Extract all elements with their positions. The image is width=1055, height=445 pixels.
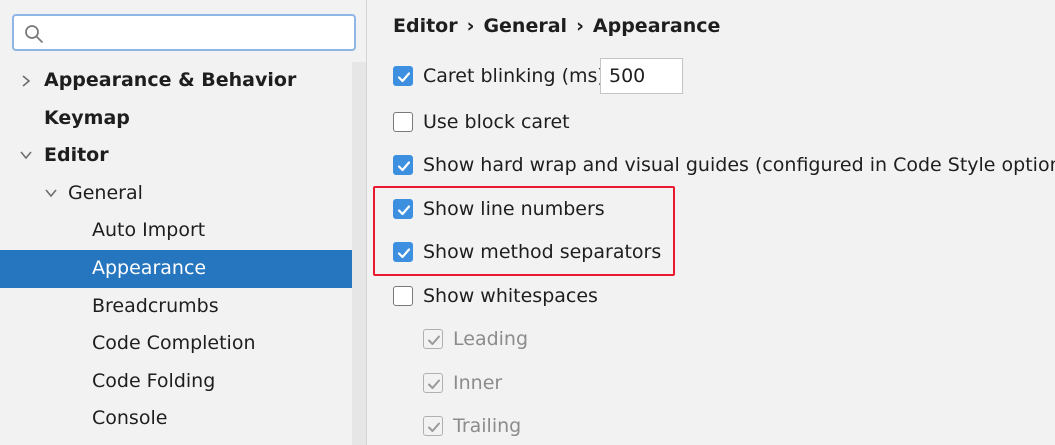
line-numbers-label: Show line numbers	[423, 198, 605, 220]
chevron-down-icon[interactable]	[19, 149, 33, 161]
method-separators-checkbox[interactable]	[393, 242, 413, 262]
settings-sidebar: Appearance & Behavior Keymap Editor Gene…	[0, 0, 366, 445]
tree-item-console[interactable]: Console	[0, 400, 352, 438]
tree-item-keymap[interactable]: Keymap	[0, 100, 352, 138]
tree-item-auto-import[interactable]: Auto Import	[0, 212, 352, 250]
trailing-checkbox	[423, 416, 443, 436]
check-icon	[428, 335, 440, 345]
tree-item-appearance[interactable]: Appearance	[0, 249, 352, 288]
check-icon	[397, 248, 411, 259]
breadcrumb-item-general: General	[483, 14, 568, 37]
trailing-label: Trailing	[453, 415, 522, 437]
tree-item-general[interactable]: General	[0, 175, 352, 213]
sidebar-scrollbar[interactable]	[352, 62, 366, 445]
caret-blinking-ms-input[interactable]	[600, 58, 683, 94]
breadcrumb: Editor › General › Appearance	[393, 10, 720, 40]
tree-item-label: Keymap	[44, 106, 130, 129]
breadcrumb-separator: ›	[576, 14, 584, 37]
check-icon	[397, 161, 411, 172]
tree-item-label: Breadcrumbs	[92, 294, 219, 317]
whitespaces-checkbox[interactable]	[393, 286, 413, 306]
block-caret-label: Use block caret	[423, 111, 570, 133]
tree-item-label: Code Folding	[92, 369, 216, 392]
hard-wrap-checkbox[interactable]	[393, 155, 413, 175]
breadcrumb-item-appearance: Appearance	[592, 14, 721, 37]
chevron-down-icon[interactable]	[44, 187, 58, 199]
tree-item-label: Appearance & Behavior	[44, 69, 297, 91]
inner-label: Inner	[453, 372, 503, 394]
tree-item-label: Appearance	[92, 256, 207, 279]
hard-wrap-label: Show hard wrap and visual guides (config…	[423, 154, 1055, 176]
breadcrumb-separator: ›	[466, 14, 475, 37]
whitespaces-label: Show whitespaces	[423, 285, 598, 307]
tree-item-label: Editor	[44, 144, 109, 167]
tree-item-code-folding[interactable]: Code Folding	[0, 363, 352, 401]
search-field[interactable]	[12, 14, 356, 51]
chevron-right-icon[interactable]	[20, 74, 32, 88]
tree-item-label: Code Completion	[92, 332, 256, 355]
settings-content: Editor › General › Appearance Caret blinking…	[367, 0, 1055, 445]
search-icon	[25, 25, 43, 43]
breadcrumb-item-editor: Editor	[393, 14, 458, 37]
tree-item-label: Console	[92, 407, 168, 430]
settings-tree: Appearance & Behavior Keymap Editor Gene…	[0, 62, 352, 438]
inner-checkbox	[423, 373, 443, 393]
check-icon	[397, 205, 411, 216]
caret-blinking-label: Caret blinking (ms):	[423, 65, 612, 87]
tree-item-breadcrumbs[interactable]: Breadcrumbs	[0, 288, 352, 326]
tree-item-label: Auto Import	[92, 219, 206, 242]
leading-label: Leading	[453, 328, 529, 350]
check-icon	[397, 72, 411, 83]
tree-item-code-completion[interactable]: Code Completion	[0, 325, 352, 363]
leading-checkbox	[423, 329, 443, 349]
block-caret-checkbox[interactable]	[393, 112, 413, 132]
method-separators-label: Show method separators	[423, 241, 662, 263]
tree-item-appearance-behavior[interactable]: Appearance & Behavior	[0, 62, 352, 100]
check-icon	[428, 422, 440, 432]
tree-item-editor[interactable]: Editor	[0, 137, 352, 175]
caret-blinking-checkbox[interactable]	[393, 66, 413, 86]
check-icon	[428, 379, 440, 389]
line-numbers-checkbox[interactable]	[393, 199, 413, 219]
tree-item-label: General	[68, 181, 143, 204]
search-input[interactable]	[52, 22, 348, 44]
settings-dialog: Appearance & Behavior Keymap Editor Gene…	[0, 0, 1055, 445]
